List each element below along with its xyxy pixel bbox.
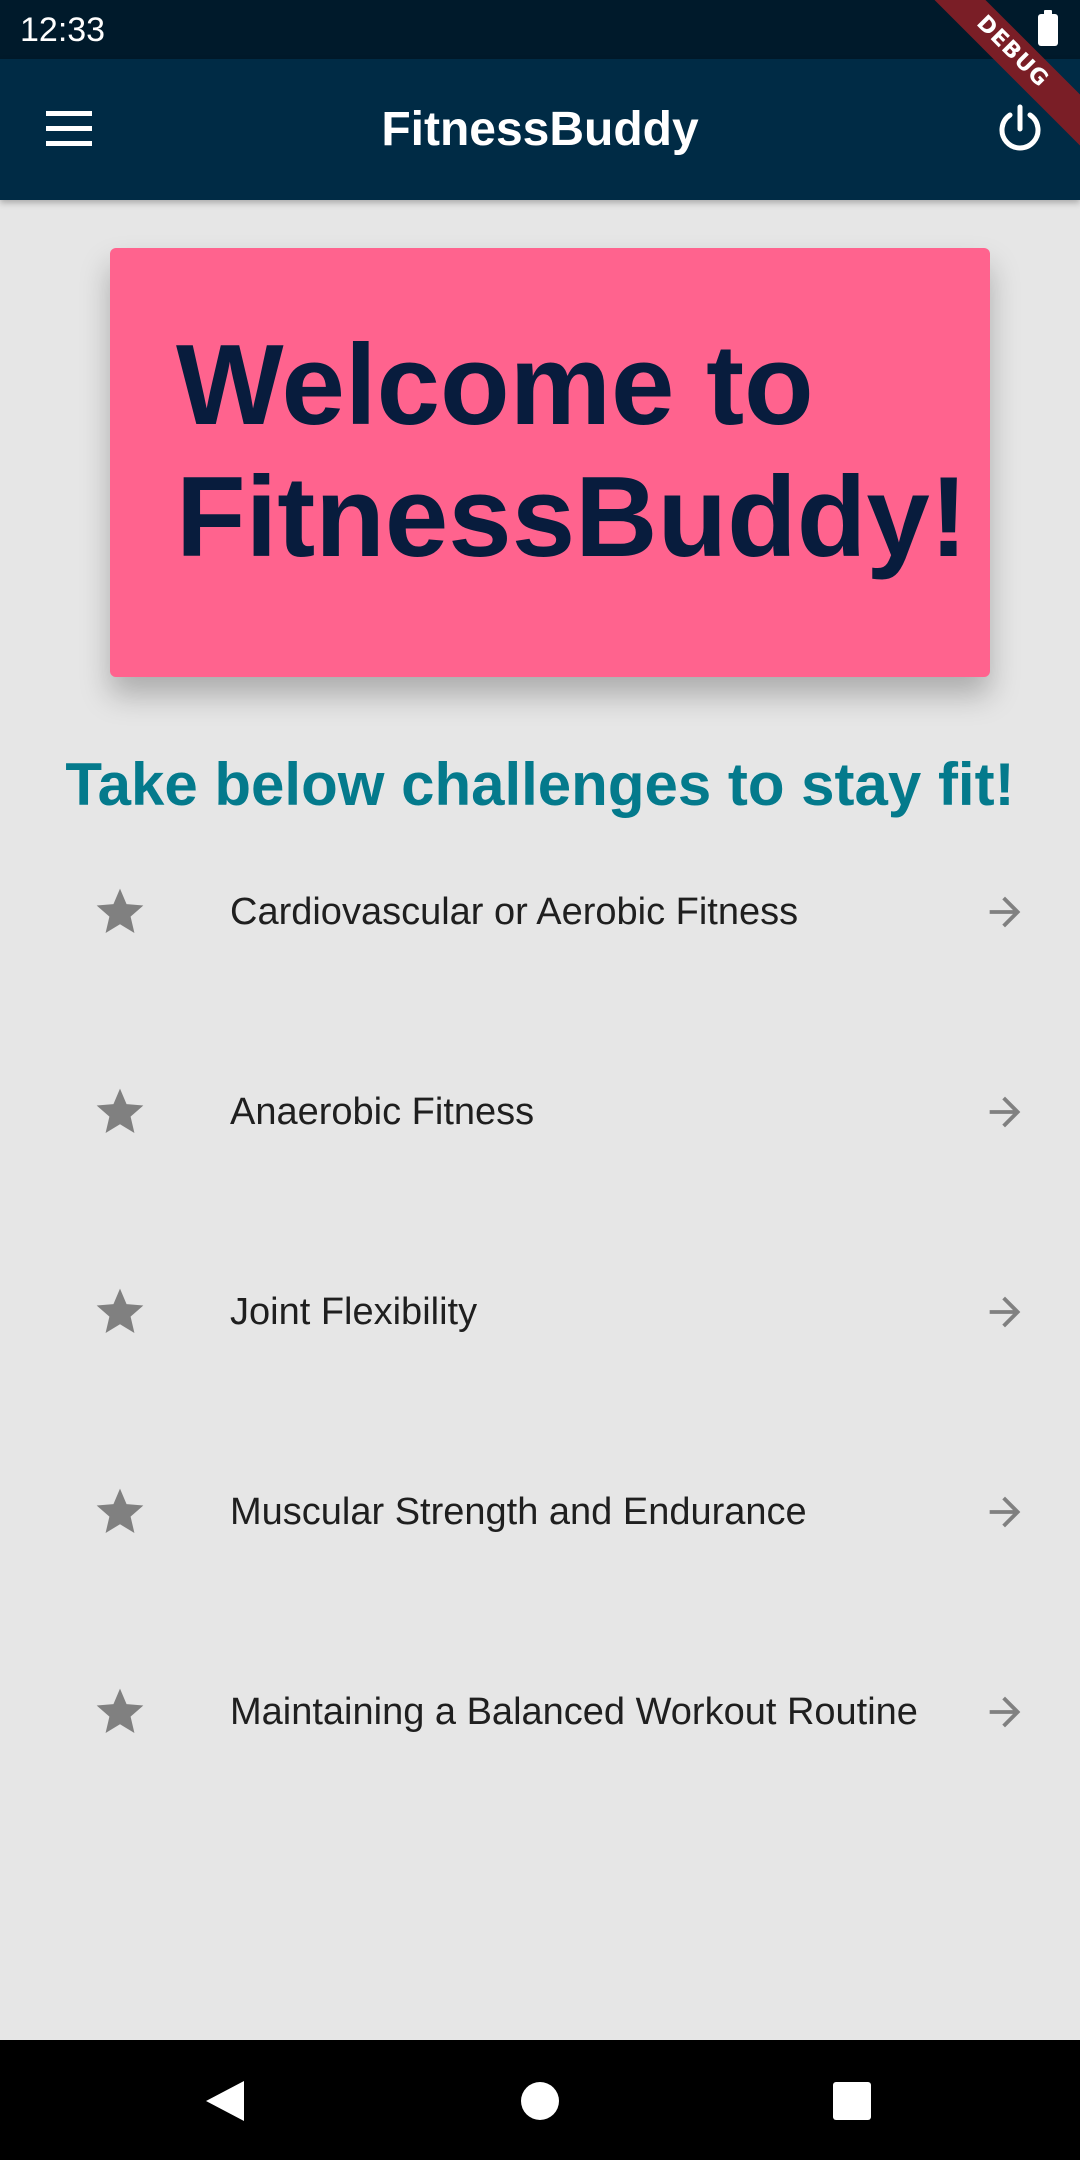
welcome-text: Welcome to FitnessBuddy! <box>176 322 968 581</box>
status-time: 12:33 <box>20 11 106 49</box>
welcome-card: Welcome to FitnessBuddy! <box>110 248 990 677</box>
star-icon <box>96 888 144 933</box>
menu-icon[interactable] <box>46 111 92 147</box>
list-item-challenge[interactable]: Maintaining a Balanced Workout Routine <box>0 1612 1080 1812</box>
star-icon <box>96 1288 144 1333</box>
challenge-label: Cardiovascular or Aerobic Fitness <box>230 891 799 933</box>
arrow-right-icon <box>989 1296 1021 1328</box>
system-nav-bar <box>0 2040 1080 2160</box>
arrow-right-icon <box>989 896 1021 928</box>
challenge-list: Cardiovascular or Aerobic Fitness Anaero… <box>0 812 1080 1812</box>
battery-icon <box>1038 10 1058 46</box>
back-icon[interactable] <box>204 2079 246 2123</box>
arrow-right-icon <box>989 1496 1021 1528</box>
app-title: FitnessBuddy <box>381 103 699 156</box>
list-item-challenge[interactable]: Cardiovascular or Aerobic Fitness <box>0 812 1080 1012</box>
home-icon[interactable] <box>521 2082 559 2120</box>
status-bar: 12:33 <box>0 0 1080 59</box>
star-icon <box>96 1088 144 1133</box>
challenge-label: Maintaining a Balanced Workout Routine <box>230 1691 918 1733</box>
star-icon <box>96 1688 144 1733</box>
arrow-right-icon <box>989 1696 1021 1728</box>
arrow-right-icon <box>989 1096 1021 1128</box>
challenge-label: Anaerobic Fitness <box>230 1091 535 1133</box>
list-item-challenge[interactable]: Muscular Strength and Endurance <box>0 1412 1080 1612</box>
challenge-label: Muscular Strength and Endurance <box>230 1491 807 1533</box>
recents-icon[interactable] <box>833 2082 871 2120</box>
challenge-label: Joint Flexibility <box>230 1291 478 1333</box>
app-bar: FitnessBuddy <box>0 59 1080 200</box>
power-icon[interactable] <box>994 103 1046 155</box>
list-item-challenge[interactable]: Joint Flexibility <box>0 1212 1080 1412</box>
list-item-challenge[interactable]: Anaerobic Fitness <box>0 1012 1080 1212</box>
star-icon <box>96 1488 144 1533</box>
